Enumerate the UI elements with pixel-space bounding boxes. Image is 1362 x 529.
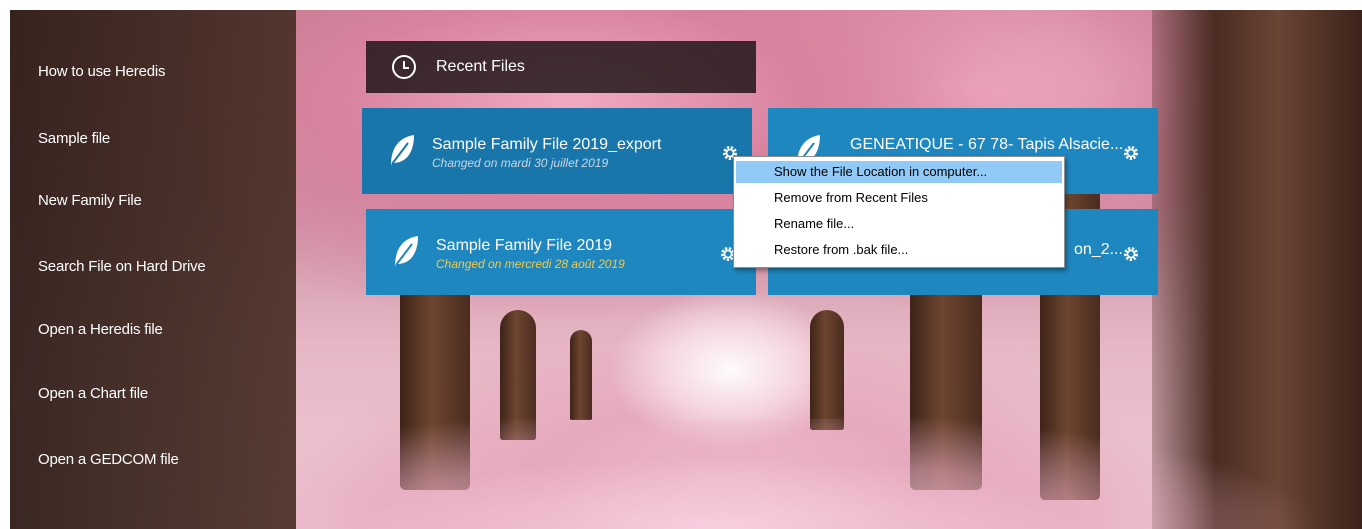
- gear-icon[interactable]: [1123, 246, 1139, 262]
- sidebar-item-open-gedcom[interactable]: Open a GEDCOM file: [38, 451, 179, 468]
- file-name: GENEATIQUE - 67 78- Tapis Alsacie...: [850, 136, 1124, 153]
- sidebar: How to use Heredis Sample file New Famil…: [10, 10, 296, 529]
- gear-icon[interactable]: [1123, 145, 1139, 161]
- sidebar-item-open-chart[interactable]: Open a Chart file: [38, 385, 148, 402]
- recent-file-card[interactable]: Sample Family File 2019_export Changed o…: [362, 108, 752, 194]
- context-menu: Show the File Location in computer... Re…: [733, 156, 1065, 268]
- menu-item-remove-recent[interactable]: Remove from Recent Files: [736, 187, 1062, 209]
- file-date: Changed on mercredi 28 août 2019: [436, 257, 625, 271]
- sidebar-item-new-family-file[interactable]: New Family File: [38, 192, 142, 209]
- menu-item-show-location[interactable]: Show the File Location in computer...: [736, 161, 1062, 183]
- file-name: on_2...: [1074, 241, 1123, 258]
- leaf-icon: [395, 236, 418, 266]
- app-window: How to use Heredis Sample file New Famil…: [10, 10, 1362, 529]
- sidebar-item-sample-file[interactable]: Sample file: [38, 130, 110, 147]
- leaf-icon: [391, 135, 414, 165]
- file-name: Sample Family File 2019: [436, 237, 613, 254]
- clock-icon: [392, 55, 416, 79]
- menu-item-rename[interactable]: Rename file...: [736, 213, 1062, 235]
- file-name: Sample Family File 2019_export: [432, 136, 662, 153]
- recent-files-header: Recent Files: [366, 41, 756, 93]
- sidebar-item-search-file[interactable]: Search File on Hard Drive: [38, 258, 206, 275]
- sidebar-item-open-heredis[interactable]: Open a Heredis file: [38, 321, 163, 338]
- recent-file-card[interactable]: Sample Family File 2019 Changed on mercr…: [366, 209, 756, 295]
- recent-files-title: Recent Files: [436, 58, 525, 75]
- sidebar-item-how-to-use[interactable]: How to use Heredis: [38, 63, 165, 80]
- file-date: Changed on mardi 30 juillet 2019: [432, 156, 609, 170]
- menu-item-restore-bak[interactable]: Restore from .bak file...: [736, 239, 1062, 261]
